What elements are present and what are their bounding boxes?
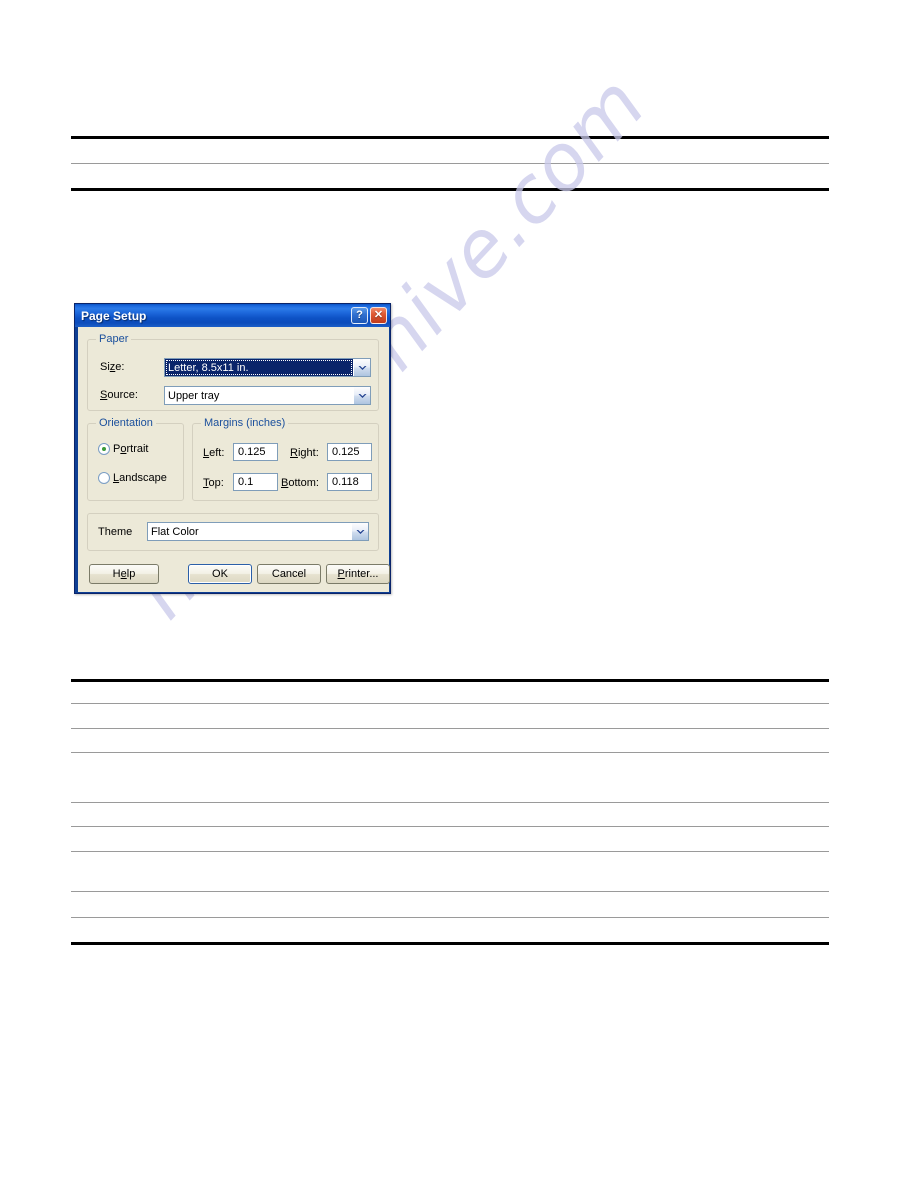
radio-portrait[interactable]: Portrait (98, 443, 148, 455)
titlebar-buttons: ? ✕ (351, 307, 387, 324)
ok-button-label: OK (212, 568, 228, 580)
dialog-body: Paper Size: Letter, 8.5x11 in. Source: U… (78, 327, 390, 592)
close-glyph: ✕ (373, 309, 384, 321)
table-rule-thin (71, 703, 829, 704)
theme-label: Theme (98, 526, 133, 538)
theme-value: Flat Color (151, 525, 199, 538)
radio-unselected-icon (98, 472, 110, 484)
paper-source-combo[interactable]: Upper tray (164, 386, 371, 405)
chevron-down-icon[interactable] (353, 359, 370, 376)
group-margins-label: Margins (inches) (201, 417, 289, 429)
ok-button[interactable]: OK (188, 564, 252, 584)
paper-size-value: Letter, 8.5x11 in. (165, 359, 353, 376)
table-rule-thin (71, 728, 829, 729)
help-button-label: Help (112, 568, 136, 580)
source-label: Source: (100, 389, 138, 401)
margin-bottom-label: Bottom: (281, 477, 319, 489)
chevron-down-icon[interactable] (353, 387, 370, 404)
cancel-button-label: Cancel (271, 568, 307, 580)
group-margins: Margins (inches) Left: 0.125 Right: 0.12… (192, 417, 379, 501)
page-setup-dialog: Page Setup ? ✕ Paper Size: Letter, 8.5x1… (74, 303, 391, 594)
help-glyph: ? (356, 309, 363, 321)
cancel-button[interactable]: Cancel (257, 564, 321, 584)
paper-source-value: Upper tray (168, 389, 220, 402)
table-rule-thick (71, 679, 829, 682)
table-rule-thick (71, 188, 829, 191)
margin-top-value: 0.1 (238, 476, 254, 488)
table-rule-thin (71, 752, 829, 753)
group-theme: Theme Flat Color (87, 513, 379, 551)
table-rule-thick (71, 942, 829, 945)
paper-size-combo[interactable]: Letter, 8.5x11 in. (164, 358, 371, 377)
margin-right-label: Right: (290, 447, 319, 459)
margin-left-label: Left: (203, 447, 225, 459)
group-paper: Paper Size: Letter, 8.5x11 in. Source: U… (87, 333, 379, 411)
group-orientation: Orientation Portrait Landscape (87, 417, 184, 501)
margin-top-label: Top: (203, 477, 224, 489)
help-icon[interactable]: ? (351, 307, 368, 324)
radio-portrait-label: Portrait (113, 443, 149, 455)
help-button[interactable]: Help (89, 564, 159, 584)
radio-landscape[interactable]: Landscape (98, 472, 167, 484)
document-table-top (71, 136, 829, 192)
margin-left-value: 0.125 (238, 446, 266, 458)
radio-landscape-label: Landscape (113, 472, 167, 484)
table-rule-thick (71, 136, 829, 139)
dialog-titlebar[interactable]: Page Setup ? ✕ (75, 304, 390, 327)
group-paper-label: Paper (96, 333, 132, 345)
margin-left-input[interactable]: 0.125 (233, 443, 278, 461)
margin-right-input[interactable]: 0.125 (327, 443, 372, 461)
table-rule-thin (71, 802, 829, 803)
margin-right-value: 0.125 (332, 446, 360, 458)
margin-top-input[interactable]: 0.1 (233, 473, 278, 491)
margin-bottom-input[interactable]: 0.118 (327, 473, 372, 491)
printer-button[interactable]: Printer... (326, 564, 390, 584)
document-table-bottom (71, 679, 829, 947)
dialog-title: Page Setup (81, 308, 147, 323)
table-rule-thin (71, 891, 829, 892)
table-rule-thin (71, 826, 829, 827)
table-rule-thin (71, 851, 829, 852)
margin-bottom-value: 0.118 (332, 476, 359, 488)
chevron-down-icon[interactable] (351, 523, 368, 540)
size-label: Size: (100, 361, 125, 373)
table-rule-thin (71, 163, 829, 164)
printer-button-label: Printer... (337, 568, 379, 580)
theme-combo[interactable]: Flat Color (147, 522, 369, 541)
group-orientation-label: Orientation (96, 417, 156, 429)
close-icon[interactable]: ✕ (370, 307, 387, 324)
radio-selected-icon (98, 443, 110, 455)
table-rule-thin (71, 917, 829, 918)
